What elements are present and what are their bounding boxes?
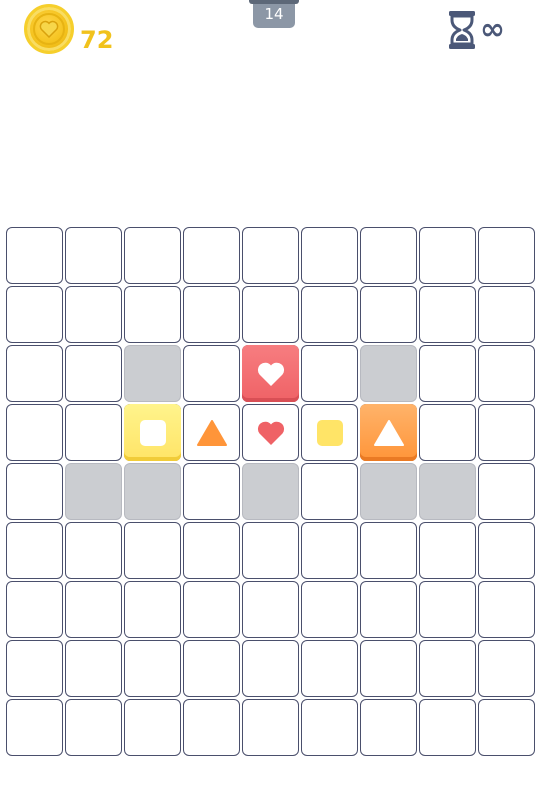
board-cell[interactable] <box>183 699 240 756</box>
board-cell[interactable] <box>419 640 476 697</box>
board-cell[interactable] <box>478 581 535 638</box>
hourglass-icon <box>449 11 475 49</box>
board-cell[interactable] <box>419 699 476 756</box>
board-cell[interactable] <box>6 404 63 461</box>
board-cell[interactable] <box>478 463 535 520</box>
board-cell[interactable] <box>183 463 240 520</box>
square-icon <box>139 419 167 447</box>
timer: ∞ <box>448 10 505 50</box>
heart-icon <box>256 420 286 446</box>
board-cell[interactable] <box>6 345 63 402</box>
board-cell[interactable] <box>419 522 476 579</box>
board-cell[interactable] <box>183 345 240 402</box>
board-cell[interactable] <box>478 227 535 284</box>
square-icon <box>316 419 344 447</box>
board-cell[interactable] <box>124 522 181 579</box>
board-cell[interactable] <box>124 699 181 756</box>
board-cell[interactable] <box>183 227 240 284</box>
board-cell[interactable] <box>65 286 122 343</box>
board-cell[interactable] <box>360 581 417 638</box>
board-cell[interactable] <box>6 286 63 343</box>
board-cell[interactable] <box>6 581 63 638</box>
blocked-cell[interactable] <box>360 463 417 520</box>
board-cell[interactable] <box>301 345 358 402</box>
board-cell[interactable] <box>183 581 240 638</box>
board-cell[interactable] <box>242 227 299 284</box>
board-cell[interactable] <box>478 404 535 461</box>
orange-triangle-tile[interactable] <box>360 404 417 461</box>
board-cell[interactable] <box>360 227 417 284</box>
board-cell[interactable] <box>419 581 476 638</box>
board-cell[interactable] <box>65 640 122 697</box>
board-cell[interactable] <box>360 640 417 697</box>
board-cell[interactable] <box>6 699 63 756</box>
board-cell[interactable] <box>65 404 122 461</box>
timer-value: ∞ <box>480 12 505 47</box>
level-indicator: 14 <box>249 0 299 28</box>
board-cell[interactable] <box>124 286 181 343</box>
board-cell[interactable] <box>6 640 63 697</box>
blocked-cell[interactable] <box>242 463 299 520</box>
heart-icon <box>256 361 286 387</box>
board-cell[interactable] <box>242 699 299 756</box>
board-cell[interactable] <box>183 286 240 343</box>
coin-count: 72 <box>80 26 114 54</box>
board-cell[interactable] <box>478 286 535 343</box>
board-cell[interactable] <box>419 404 476 461</box>
red-heart-tile[interactable] <box>242 345 299 402</box>
board-cell[interactable] <box>301 699 358 756</box>
board-cell[interactable] <box>478 345 535 402</box>
blocked-cell[interactable] <box>124 345 181 402</box>
board-cell[interactable] <box>478 522 535 579</box>
board-cell[interactable] <box>6 227 63 284</box>
board-cell[interactable] <box>301 522 358 579</box>
board-cell[interactable] <box>242 640 299 697</box>
board-cell[interactable] <box>301 227 358 284</box>
heart-coin-icon <box>24 4 74 54</box>
triangle-icon <box>196 419 228 447</box>
board-cell[interactable] <box>65 699 122 756</box>
board-cell[interactable] <box>65 581 122 638</box>
coin-counter: 72 <box>24 4 113 54</box>
board-cell[interactable] <box>242 286 299 343</box>
yellow-square-tile[interactable] <box>124 404 181 461</box>
board-cell[interactable] <box>360 522 417 579</box>
blocked-cell[interactable] <box>124 463 181 520</box>
board-cell[interactable] <box>183 522 240 579</box>
board-cell[interactable] <box>419 286 476 343</box>
board-cell[interactable] <box>419 227 476 284</box>
board-cell[interactable] <box>242 522 299 579</box>
board-cell[interactable] <box>65 345 122 402</box>
board-cell[interactable] <box>301 286 358 343</box>
board-cell[interactable] <box>360 286 417 343</box>
board-cell[interactable] <box>124 581 181 638</box>
board-cell[interactable] <box>301 581 358 638</box>
board-cell[interactable] <box>242 581 299 638</box>
board-cell[interactable] <box>65 227 122 284</box>
board-cell[interactable] <box>6 522 63 579</box>
blocked-cell[interactable] <box>419 463 476 520</box>
board-cell[interactable] <box>478 640 535 697</box>
red-heart-piece[interactable] <box>242 404 299 461</box>
board-cell[interactable] <box>6 463 63 520</box>
blocked-cell[interactable] <box>360 345 417 402</box>
board-cell[interactable] <box>478 699 535 756</box>
blocked-cell[interactable] <box>65 463 122 520</box>
board-cell[interactable] <box>124 227 181 284</box>
board-cell[interactable] <box>419 345 476 402</box>
board-cell[interactable] <box>301 640 358 697</box>
yellow-square-piece[interactable] <box>301 404 358 461</box>
board-cell[interactable] <box>360 699 417 756</box>
orange-triangle-piece[interactable] <box>183 404 240 461</box>
board-cell[interactable] <box>183 640 240 697</box>
board-cell[interactable] <box>65 522 122 579</box>
triangle-icon <box>373 419 405 447</box>
game-board <box>6 227 537 759</box>
board-cell[interactable] <box>124 640 181 697</box>
board-cell[interactable] <box>301 463 358 520</box>
